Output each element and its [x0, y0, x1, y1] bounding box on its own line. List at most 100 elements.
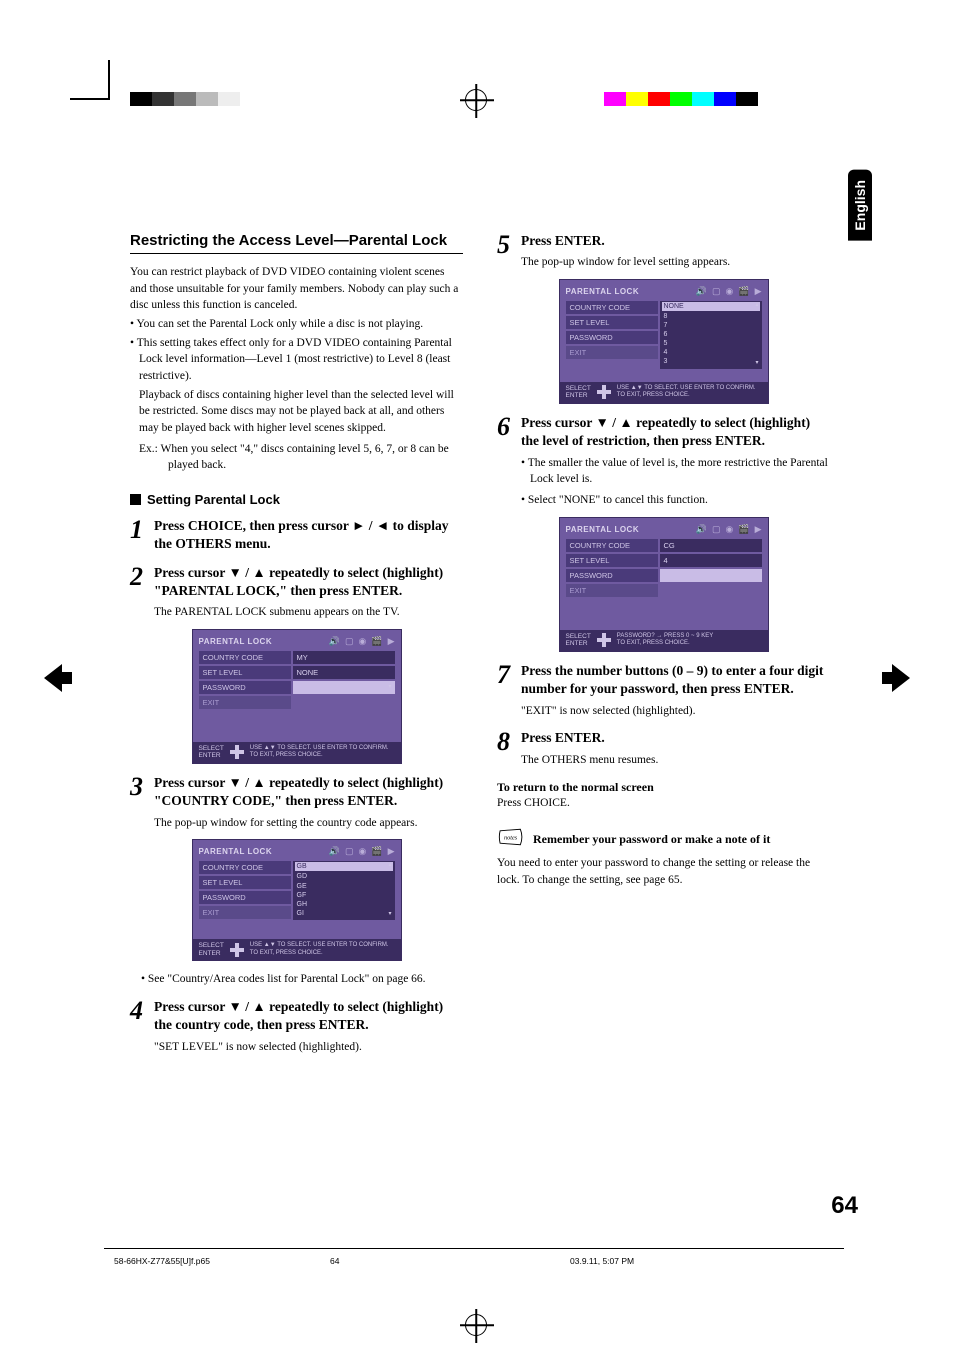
step-3-title: Press cursor ▼ / ▲ repeatedly to select … — [154, 774, 463, 810]
arrow-down-icon: ▾ — [388, 911, 391, 919]
osd2-country-code-label: COUNTRY CODE — [199, 861, 291, 874]
osd-tab-icons: 🔊▢◉🎬▶ — [696, 286, 762, 297]
step-1: 1 Press CHOICE, then press cursor ► / ◄ … — [130, 517, 463, 553]
osd1-title: PARENTAL LOCK — [199, 637, 273, 646]
step-8: 8 Press ENTER. The OTHERS menu resumes. — [497, 729, 830, 768]
speaker-icon: 🔊 — [329, 636, 340, 647]
page-number: 64 — [831, 1192, 858, 1220]
osd-password-prompt: PARENTAL LOCK 🔊▢◉🎬▶ COUNTRY CODECG SET L… — [559, 517, 769, 653]
step-6-title: Press cursor ▼ / ▲ repeatedly to select … — [521, 414, 830, 450]
osd3-list-item: 4 — [664, 349, 668, 356]
side-arrow-left — [42, 660, 72, 696]
osd2-footer-hint: USE ▲▼ TO SELECT. USE ENTER TO CONFIRM. … — [250, 942, 389, 956]
flag-icon: ▶ — [388, 846, 395, 857]
notes-body: You need to enter your password to chang… — [497, 855, 830, 888]
step-7-title: Press the number buttons (0 – 9) to ente… — [521, 662, 830, 698]
step-8-desc: The OTHERS menu resumes. — [521, 752, 830, 769]
dpad-icon — [230, 943, 244, 957]
osd2-list-item-selected: GB — [295, 862, 393, 871]
osd2-list-item: GD — [297, 873, 308, 880]
monitor-icon: ▢ — [345, 636, 354, 647]
osd2-footer-enter: ENTER — [199, 950, 221, 957]
bullet-2-cont: Playback of discs containing higher leve… — [130, 387, 463, 437]
osd2-set-level-label: SET LEVEL — [199, 876, 291, 889]
osd3-set-level-label: SET LEVEL — [566, 316, 658, 329]
flag-icon: ▶ — [755, 286, 762, 297]
example-text: Ex.: When you select "4," discs containi… — [130, 441, 463, 474]
step-number-2: 2 — [130, 564, 148, 621]
step-3-desc: The pop-up window for setting the countr… — [154, 815, 463, 832]
osd3-country-code-label: COUNTRY CODE — [566, 301, 658, 314]
osd2-list-item: GH — [297, 901, 308, 908]
osd4-footer-enter: ENTER — [566, 640, 588, 647]
disc-icon: ◉ — [726, 286, 734, 297]
osd-tab-icons: 🔊 ▢ ◉ 🎬 ▶ — [329, 636, 395, 647]
step-number-1: 1 — [130, 517, 148, 553]
step-4: 4 Press cursor ▼ / ▲ repeatedly to selec… — [130, 998, 463, 1055]
osd3-exit-label: EXIT — [566, 346, 658, 359]
osd3-footer-hint: USE ▲▼ TO SELECT. USE ENTER TO CONFIRM. … — [617, 385, 756, 399]
step-3: 3 Press cursor ▼ / ▲ repeatedly to selec… — [130, 774, 463, 831]
flag-icon: ▶ — [388, 636, 395, 647]
osd1-exit-label: EXIT — [199, 696, 291, 709]
step-number-5: 5 — [497, 232, 515, 271]
step-5-desc: The pop-up window for level setting appe… — [521, 254, 830, 271]
subheading-setting: Setting Parental Lock — [130, 492, 463, 507]
osd4-country-code-value: CG — [660, 539, 762, 552]
film-icon: 🎬 — [738, 524, 749, 535]
osd-tab-icons: 🔊▢◉🎬▶ — [329, 846, 395, 857]
osd2-list-item: GE — [297, 883, 307, 890]
step-3-note: • See "Country/Area codes list for Paren… — [130, 971, 463, 988]
osd3-list-item: 8 — [664, 313, 668, 320]
dpad-icon — [230, 745, 244, 759]
color-bar-left — [130, 92, 240, 106]
disc-icon: ◉ — [359, 846, 367, 857]
osd3-list-item: 5 — [664, 340, 668, 347]
osd3-footer-select: SELECT — [566, 385, 591, 392]
footer-page: 64 — [330, 1256, 339, 1266]
footer-filename: 58-66HX-Z77&55[U]f.p65 — [114, 1256, 210, 1266]
arrow-up-icon: ▴ — [755, 302, 758, 310]
osd4-footer-select: SELECT — [566, 633, 591, 640]
subheading-label: Setting Parental Lock — [147, 492, 280, 507]
osd-level-list: PARENTAL LOCK 🔊▢◉🎬▶ COUNTRY CODE SET LEV… — [559, 279, 769, 404]
step-2-title: Press cursor ▼ / ▲ repeatedly to select … — [154, 564, 463, 600]
monitor-icon: ▢ — [712, 286, 721, 297]
color-bar-right — [604, 92, 758, 106]
intro-text: You can restrict playback of DVD VIDEO c… — [130, 264, 463, 314]
disc-icon: ◉ — [359, 636, 367, 647]
osd4-set-level-value: 4 — [660, 554, 762, 567]
step-8-title: Press ENTER. — [521, 729, 830, 747]
osd2-exit-label: EXIT — [199, 906, 291, 919]
step-7: 7 Press the number buttons (0 – 9) to en… — [497, 662, 830, 719]
osd3-list-item: 6 — [664, 331, 668, 338]
step-number-6: 6 — [497, 414, 515, 508]
step-number-3: 3 — [130, 774, 148, 831]
bullet-1: • You can set the Parental Lock only whi… — [130, 316, 463, 333]
osd1-footer-select: SELECT — [199, 745, 224, 752]
step-6-bullet-2: • Select "NONE" to cancel this function. — [521, 492, 830, 509]
film-icon: 🎬 — [371, 636, 382, 647]
osd2-country-list: ▴ GB GD GE GF GH GI ▾ — [293, 861, 395, 920]
osd1-set-level-value: NONE — [293, 666, 395, 679]
svg-text:notes: notes — [504, 834, 518, 841]
osd3-footer-enter: ENTER — [566, 392, 588, 399]
flag-icon: ▶ — [755, 524, 762, 535]
speaker-icon: 🔊 — [329, 846, 340, 857]
osd1-country-code-value: MY — [293, 651, 395, 664]
osd4-set-level-label: SET LEVEL — [566, 554, 658, 567]
step-number-7: 7 — [497, 662, 515, 719]
monitor-icon: ▢ — [712, 524, 721, 535]
step-4-title: Press cursor ▼ / ▲ repeatedly to select … — [154, 998, 463, 1034]
right-column: 5 Press ENTER. The pop-up window for lev… — [497, 232, 830, 1055]
step-6: 6 Press cursor ▼ / ▲ repeatedly to selec… — [497, 414, 830, 508]
osd4-footer: SELECTENTER PASSWORD? → PRESS 0 ~ 9 KEY … — [560, 630, 768, 652]
osd-parental-lock-main: PARENTAL LOCK 🔊▢◉🎬▶ COUNTRY CODEMY SET L… — [192, 629, 402, 765]
osd1-footer-hint: USE ▲▼ TO SELECT. USE ENTER TO CONFIRM. … — [250, 745, 389, 759]
osd-country-code-list: PARENTAL LOCK 🔊▢◉🎬▶ COUNTRY CODE SET LEV… — [192, 839, 402, 961]
arrow-down-icon: ▾ — [755, 360, 758, 368]
osd1-password-value: ▾ — [293, 681, 395, 694]
osd4-password-label: PASSWORD — [566, 569, 658, 582]
return-body: Press CHOICE. — [497, 795, 830, 812]
osd3-level-list: ▴ NONE 8 7 6 5 4 3 ▾ — [660, 301, 762, 369]
